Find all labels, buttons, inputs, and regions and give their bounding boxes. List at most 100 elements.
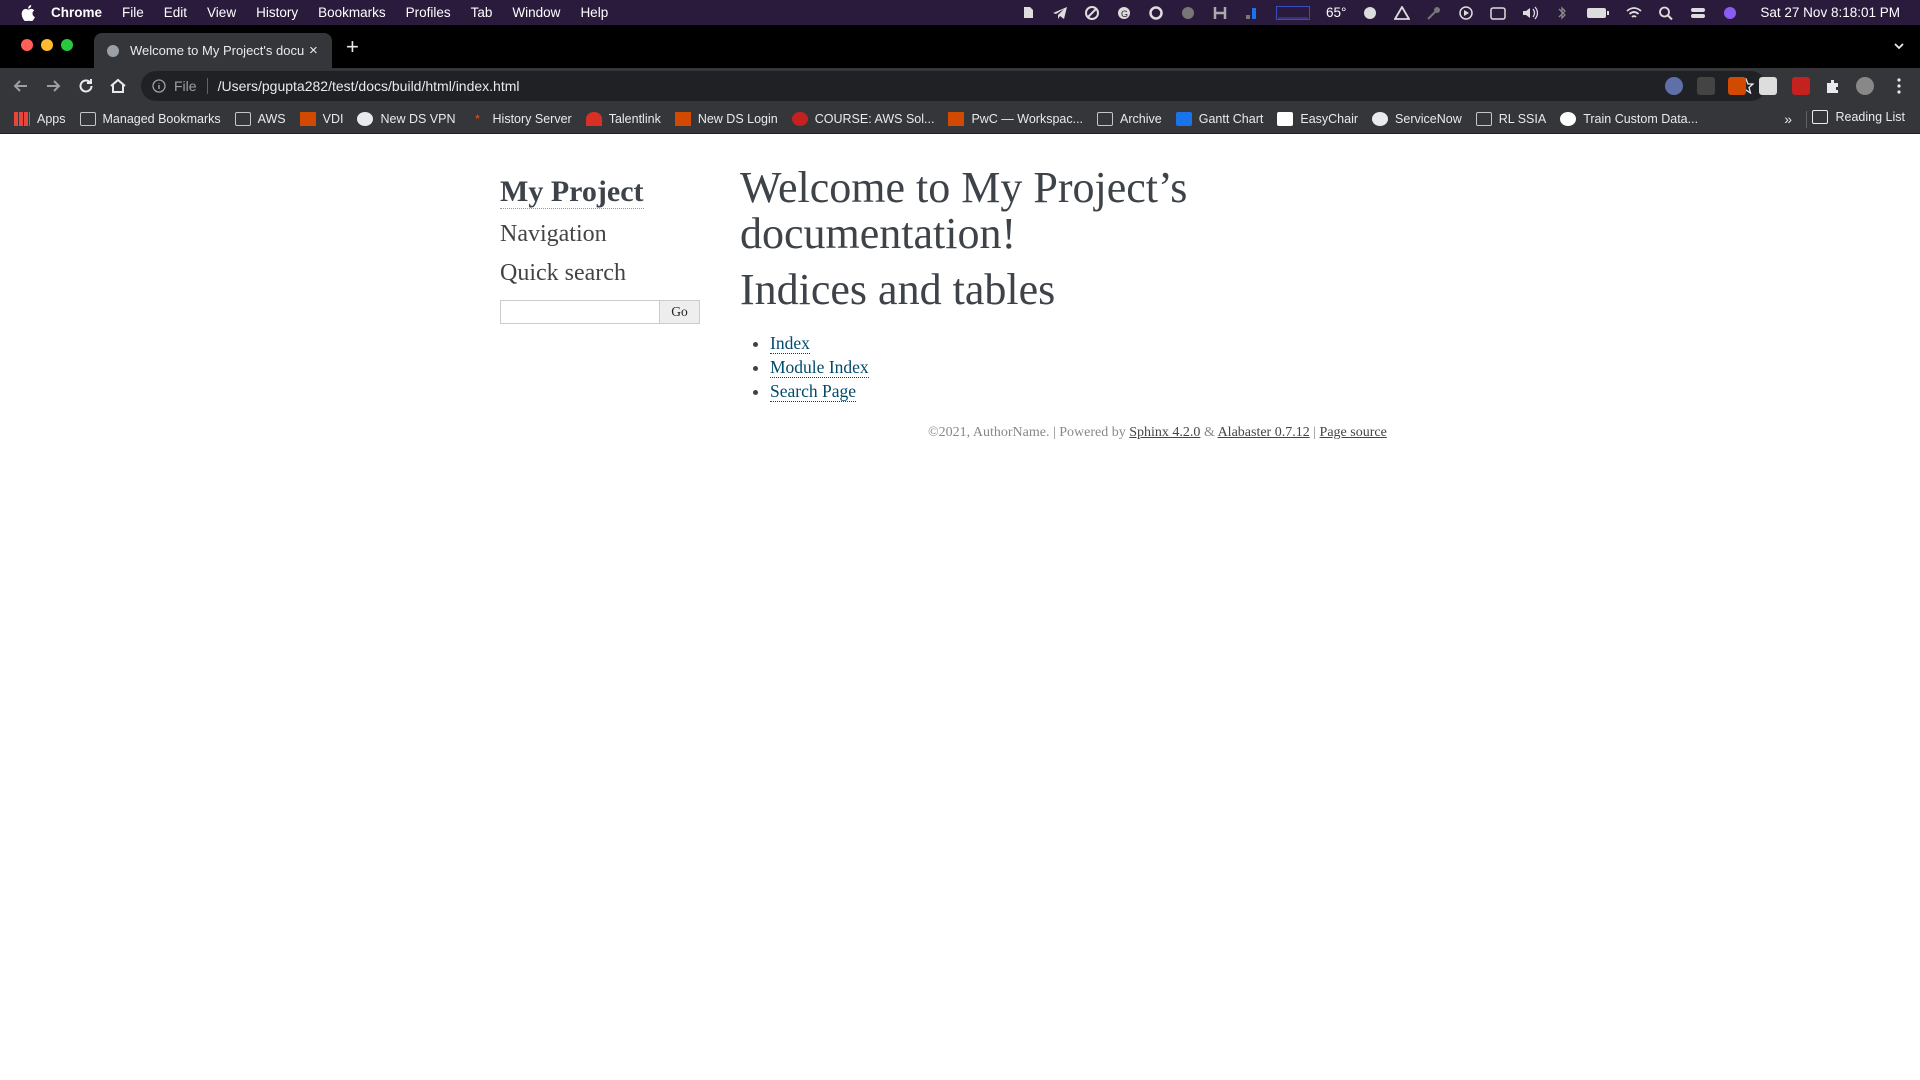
bookmark-pwc-workspace[interactable]: PwC — Workspac... <box>948 111 1083 126</box>
bookmark-course-aws[interactable]: COURSE: AWS Sol... <box>791 111 935 126</box>
bookmark-new-ds-login[interactable]: New DS Login <box>674 111 778 126</box>
module-index-link[interactable]: Module Index <box>770 357 869 378</box>
list-item: Module Index <box>770 355 1440 379</box>
window-close-button[interactable] <box>21 39 33 51</box>
new-tab-button[interactable]: + <box>346 36 359 58</box>
go-button[interactable]: Go <box>660 300 700 324</box>
extension-avatar-icon[interactable] <box>1665 77 1683 95</box>
bookmark-rl-ssia[interactable]: RL SSIA <box>1475 111 1546 126</box>
bookmarks-overflow-chevron-icon[interactable]: » <box>1784 111 1792 127</box>
menu-window[interactable]: Window <box>512 5 560 20</box>
folder-icon <box>1475 111 1492 126</box>
menu-history[interactable]: History <box>256 5 298 20</box>
volume-icon[interactable] <box>1522 6 1539 20</box>
globe-favicon-icon <box>107 44 119 57</box>
bookmark-label: COURSE: AWS Sol... <box>814 111 935 126</box>
temperature-readout[interactable]: 65° <box>1326 5 1346 20</box>
bookmark-train-custom-data[interactable]: Train Custom Data... <box>1560 111 1698 126</box>
telegram-icon[interactable] <box>1052 6 1068 20</box>
bookmark-label: Apps <box>37 111 66 126</box>
bookmark-gantt-chart[interactable]: Gantt Chart <box>1175 111 1263 126</box>
menu-profiles[interactable]: Profiles <box>406 5 451 20</box>
bookmark-new-ds-vpn[interactable]: New DS VPN <box>357 111 456 126</box>
menu-tab[interactable]: Tab <box>471 5 493 20</box>
tab-active[interactable]: Welcome to My Project's docu × <box>94 33 332 68</box>
grammarly-icon[interactable]: G <box>1116 6 1132 20</box>
bookmark-label: AWS <box>257 111 286 126</box>
reading-list-icon <box>1811 110 1828 124</box>
tab-search-chevron-icon[interactable] <box>1892 39 1906 53</box>
globe-status-icon[interactable] <box>1180 6 1196 20</box>
home-icon[interactable] <box>109 77 127 95</box>
menu-help[interactable]: Help <box>580 5 608 20</box>
forward-arrow-icon[interactable] <box>44 77 62 95</box>
extensions-puzzle-icon[interactable] <box>1824 77 1842 95</box>
siri-icon[interactable] <box>1722 6 1738 20</box>
extension-pwc-icon[interactable] <box>1728 77 1746 95</box>
bookmark-history-server[interactable]: * History Server <box>470 112 572 126</box>
apple-logo-icon[interactable] <box>21 4 35 21</box>
easychair-icon <box>1277 111 1294 126</box>
footer-ampersand: & <box>1200 425 1218 440</box>
globe-icon <box>1372 111 1389 126</box>
address-bar[interactable]: File /Users/pgupta282/test/docs/build/ht… <box>141 71 1766 101</box>
network-graph-icon[interactable] <box>1275 5 1310 20</box>
menu-view[interactable]: View <box>207 5 236 20</box>
bookmark-managed[interactable]: Managed Bookmarks <box>79 111 221 126</box>
bluetooth-icon[interactable] <box>1554 5 1570 20</box>
info-icon[interactable] <box>152 79 166 93</box>
menu-app-chrome[interactable]: Chrome <box>51 5 102 20</box>
alabaster-link[interactable]: Alabaster 0.7.12 <box>1218 425 1310 440</box>
menu-edit[interactable]: Edit <box>164 5 187 20</box>
bookmark-label: VDI <box>322 111 344 126</box>
menu-file[interactable]: File <box>122 5 144 20</box>
spotlight-search-icon[interactable] <box>1658 6 1674 20</box>
reading-list-button[interactable]: Reading List <box>1811 110 1905 124</box>
evernote-icon[interactable] <box>1020 6 1036 20</box>
page-source-link[interactable]: Page source <box>1320 425 1387 440</box>
url-scheme-label: File <box>174 78 197 94</box>
control-center-icon[interactable] <box>1690 6 1706 20</box>
project-title-link[interactable]: My Project <box>500 175 644 209</box>
cpu-meter-icon[interactable] <box>1244 6 1260 20</box>
bookmark-talentlink[interactable]: Talentlink <box>585 111 661 126</box>
play-circle-icon[interactable] <box>1458 5 1474 20</box>
menu-bookmarks[interactable]: Bookmarks <box>318 5 386 20</box>
chrome-menu-kebab-icon[interactable] <box>1890 77 1908 95</box>
search-page-link[interactable]: Search Page <box>770 381 857 402</box>
github-icon <box>1560 111 1577 126</box>
pwc-icon <box>299 111 316 126</box>
extension-grid-icon[interactable] <box>1697 77 1715 95</box>
back-arrow-icon[interactable] <box>12 77 30 95</box>
sphinx-link[interactable]: Sphinx 4.2.0 <box>1129 425 1200 440</box>
profile-avatar-icon[interactable] <box>1856 77 1874 95</box>
url-text[interactable]: /Users/pgupta282/test/docs/build/html/in… <box>218 78 520 94</box>
extension-document-icon[interactable] <box>1759 77 1777 95</box>
tab-close-icon[interactable]: × <box>309 42 318 59</box>
reload-icon[interactable] <box>77 77 95 95</box>
sphinx-sidebar: My Project Navigation Quick search Go <box>500 175 700 324</box>
key-icon[interactable] <box>1426 6 1442 20</box>
battery-icon[interactable] <box>1586 6 1610 20</box>
index-link[interactable]: Index <box>770 333 810 354</box>
bookmark-easychair[interactable]: EasyChair <box>1277 111 1358 126</box>
macos-menu-bar: Chrome File Edit View History Bookmarks … <box>0 0 1920 25</box>
h-app-icon[interactable] <box>1212 6 1228 20</box>
chatgpt-icon[interactable] <box>1148 5 1164 20</box>
bookmark-archive[interactable]: Archive <box>1097 111 1162 126</box>
calendar-icon[interactable] <box>1490 6 1507 20</box>
drive-icon[interactable] <box>1394 5 1411 20</box>
window-minimize-button[interactable] <box>41 39 53 51</box>
bookmark-apps[interactable]: Apps <box>14 111 66 126</box>
bookmark-vdi[interactable]: VDI <box>299 111 344 126</box>
circle-slash-icon[interactable] <box>1084 5 1100 20</box>
creative-cloud-icon[interactable] <box>1362 6 1378 20</box>
quick-search-input[interactable] <box>500 300 660 324</box>
bookmark-label: ServiceNow <box>1395 111 1462 126</box>
wifi-icon[interactable] <box>1626 6 1642 20</box>
bookmark-aws[interactable]: AWS <box>234 111 286 126</box>
extension-red-icon[interactable] <box>1792 77 1810 95</box>
window-zoom-button[interactable] <box>61 39 73 51</box>
bookmark-servicenow[interactable]: ServiceNow <box>1372 111 1462 126</box>
menu-bar-clock[interactable]: Sat 27 Nov 8:18:01 PM <box>1760 5 1900 20</box>
